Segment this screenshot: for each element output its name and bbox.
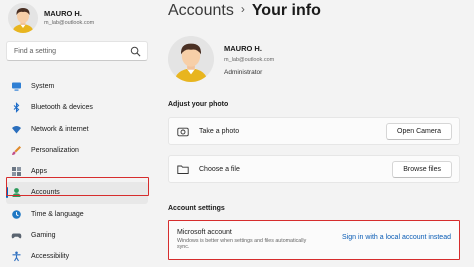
sidebar-item-label: Network & internet	[31, 125, 89, 133]
breadcrumb-parent[interactable]: Accounts	[168, 2, 234, 19]
avatar[interactable]	[8, 3, 38, 33]
sidebar-item-label: Bluetooth & devices	[31, 104, 93, 112]
accessibility-icon	[11, 251, 22, 262]
take-photo-card: Take a photo Open Camera	[168, 117, 460, 145]
microsoft-account-card: Microsoft account Windows is better when…	[168, 220, 460, 260]
search-input[interactable]: Find a setting	[6, 41, 148, 61]
sidebar-item-system[interactable]: System	[6, 76, 148, 97]
breadcrumb: Accounts › Your info	[168, 2, 321, 20]
take-photo-label: Take a photo	[199, 128, 240, 135]
choose-file-label: Choose a file	[199, 166, 240, 173]
account-settings-heading: Account settings	[168, 205, 225, 212]
sidebar-item-accounts[interactable]: Accounts	[6, 182, 148, 204]
sidebar-item-network[interactable]: Network & internet	[6, 119, 148, 140]
controller-icon	[11, 230, 22, 241]
sidebar-item-label: Personalization	[31, 146, 79, 154]
page-title: Your info	[251, 2, 321, 19]
sidebar-item-time-language[interactable]: Time & language	[6, 204, 148, 225]
microsoft-account-description: Windows is better when settings and file…	[177, 238, 307, 251]
active-indicator	[6, 187, 8, 199]
sidebar-item-apps[interactable]: Apps	[6, 161, 148, 182]
search-icon[interactable]	[130, 46, 141, 57]
person-icon	[11, 187, 22, 198]
profile-email: m_lab@outlook.com	[224, 57, 275, 63]
microsoft-account-title: Microsoft account	[177, 229, 232, 236]
chevron-right-icon: ›	[240, 2, 245, 16]
bluetooth-icon	[11, 102, 22, 114]
avatar-image	[168, 36, 214, 82]
sidebar-item-label: Gaming	[31, 232, 56, 240]
user-name: MAURO H.	[44, 9, 82, 18]
profile-role: Administrator	[224, 69, 263, 76]
sidebar-item-bluetooth[interactable]: Bluetooth & devices	[6, 97, 148, 118]
sidebar-nav: System Bluetooth & devices Network & int…	[6, 76, 152, 267]
search-placeholder: Find a setting	[14, 48, 57, 55]
open-camera-button[interactable]: Open Camera	[386, 123, 452, 140]
camera-icon	[177, 127, 189, 137]
folder-icon	[177, 165, 189, 174]
local-account-link[interactable]: Sign in with a local account instead	[342, 234, 451, 241]
avatar-image	[8, 3, 38, 33]
monitor-icon	[11, 81, 22, 92]
sidebar: MAURO H. m_lab@outlook.com Find a settin…	[0, 0, 158, 267]
sidebar-item-label: System	[31, 83, 55, 90]
brush-icon	[11, 145, 22, 156]
profile-name: MAURO H.	[224, 44, 262, 53]
sidebar-item-accessibility[interactable]: Accessibility	[6, 246, 148, 267]
wifi-icon	[11, 124, 22, 135]
browse-files-button[interactable]: Browse files	[392, 161, 452, 178]
apps-icon	[11, 166, 22, 177]
choose-file-card: Choose a file Browse files	[168, 155, 460, 183]
user-email: m_lab@outlook.com	[44, 20, 95, 26]
adjust-photo-heading: Adjust your photo	[168, 101, 229, 108]
sidebar-item-gaming[interactable]: Gaming	[6, 225, 148, 246]
sidebar-item-personalization[interactable]: Personalization	[6, 140, 148, 161]
sidebar-item-label: Accounts	[31, 189, 60, 197]
profile-avatar	[168, 36, 214, 82]
sidebar-item-label: Apps	[31, 168, 47, 176]
sidebar-item-label: Accessibility	[31, 253, 70, 261]
sidebar-item-label: Time & language	[31, 210, 84, 218]
globe-clock-icon	[11, 209, 22, 220]
